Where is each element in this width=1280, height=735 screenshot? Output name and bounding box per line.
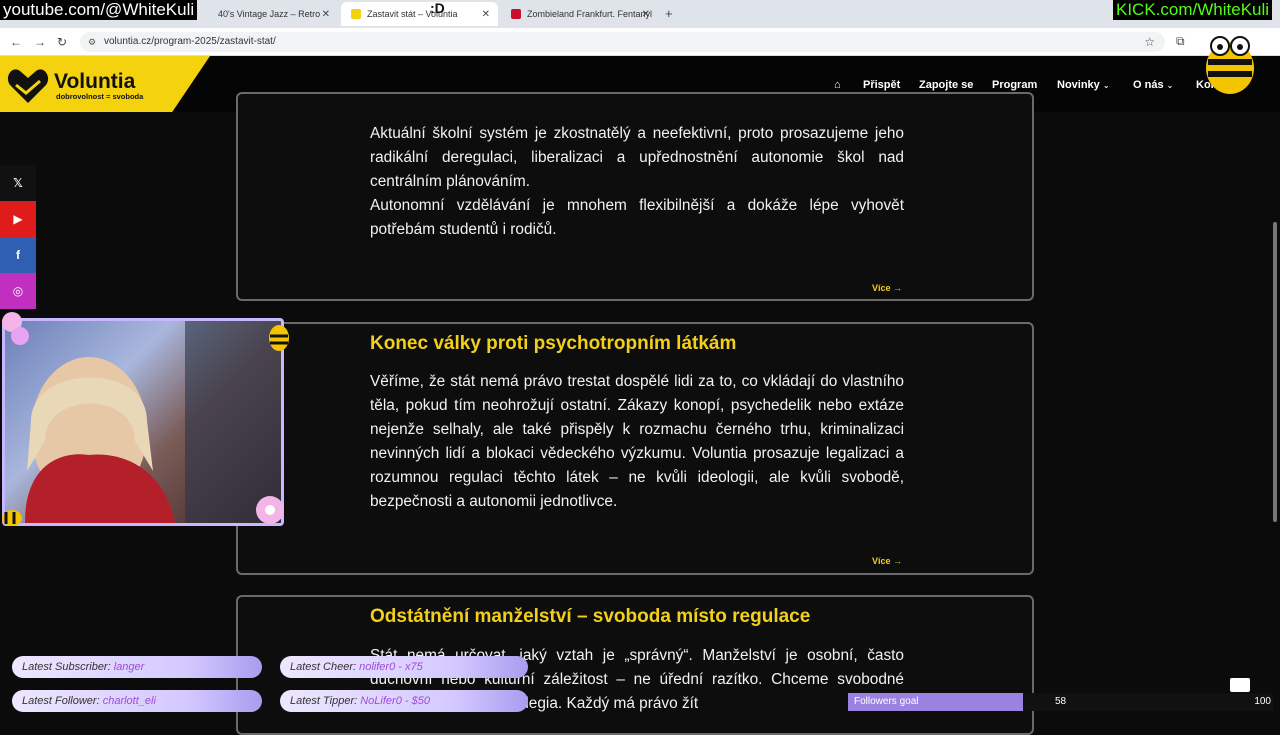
news-favicon-icon xyxy=(511,9,521,19)
site-info-icon[interactable]: ⚙ xyxy=(88,32,96,52)
latest-tipper-label: Latest Tipper: xyxy=(290,695,358,707)
chevron-down-icon: ⌄ xyxy=(1166,81,1174,90)
latest-tipper-value: NoLifer0 - $50 xyxy=(360,695,430,707)
latest-cheer-label: Latest Cheer: xyxy=(290,661,357,673)
logo[interactable]: Voluntia dobrovolnost = svoboda xyxy=(0,56,210,112)
extensions-icon[interactable]: ⧉ xyxy=(1176,34,1185,49)
bee-mascot-icon xyxy=(1206,36,1254,94)
voluntia-favicon-icon xyxy=(351,9,361,19)
url-text: voluntia.cz/program-2025/zastavit-stat/ xyxy=(104,36,276,47)
card-text-2: Autonomní vzdělávání je mnohem flexibiln… xyxy=(370,197,904,238)
program-card: Aktuální školní systém je zkostnatělý a … xyxy=(236,92,1034,301)
latest-subscriber-label: Latest Subscriber: xyxy=(22,661,111,673)
latest-follower: Latest Follower: charlott_eli xyxy=(12,690,262,712)
program-card: Konec války proti psychotropním látkám V… xyxy=(236,322,1034,575)
card-title: Odstátnění manželství – svoboda místo re… xyxy=(370,606,811,627)
flower-icon xyxy=(2,312,29,345)
followers-goal-current: 58 xyxy=(1055,696,1067,707)
url-input[interactable]: ⚙ voluntia.cz/program-2025/zastavit-stat… xyxy=(80,32,1165,52)
close-tab-icon[interactable]: ✕ xyxy=(322,9,330,20)
facebook-social-icon[interactable]: f xyxy=(0,237,36,273)
tab-jazz[interactable]: 40's Vintage Jazz – Retro ✕ xyxy=(208,2,338,26)
tab-voluntia[interactable]: Zastavit stát – Voluntia ✕ xyxy=(341,2,498,26)
streamer-image xyxy=(25,321,281,523)
close-tab-icon[interactable]: ✕ xyxy=(482,9,490,20)
followers-goal-label: Followers goal xyxy=(854,696,919,707)
tab-zombieland[interactable]: Zombieland Frankfurt. Fentanyl ✕ xyxy=(501,2,658,26)
card-title: Konec války proti psychotropním látkám xyxy=(370,333,737,354)
nav-item-zapojte-se[interactable]: Zapojte se xyxy=(919,79,973,91)
scrollbar-thumb[interactable] xyxy=(1273,222,1277,522)
webcam-feed xyxy=(2,318,284,526)
back-icon[interactable]: ← xyxy=(10,35,22,49)
new-tab-icon[interactable]: + xyxy=(665,6,673,21)
nav-home-icon[interactable]: ⌂ xyxy=(834,79,841,91)
nav-item-prispet[interactable]: Přispět xyxy=(863,79,900,91)
followers-goal-bar: Followers goal 58 100 xyxy=(848,693,1273,711)
more-link[interactable]: Více → xyxy=(872,556,902,566)
bee-icon xyxy=(2,510,22,526)
more-link[interactable]: Více → xyxy=(872,283,902,293)
flower-icon xyxy=(256,496,284,524)
nav-item-novinky[interactable]: Novinky ⌄ xyxy=(1057,79,1110,91)
reload-icon[interactable]: ↻ xyxy=(57,35,67,49)
nav-label: O nás xyxy=(1133,79,1164,91)
latest-subscriber-value: langer xyxy=(113,661,145,673)
chevron-down-icon: ⌄ xyxy=(1102,81,1110,90)
youtube-watermark: youtube.com/@WhiteKuli xyxy=(0,0,198,20)
bookmark-star-icon[interactable]: ☆ xyxy=(1144,32,1155,52)
x-social-icon[interactable]: 𝕏 xyxy=(0,165,36,201)
instagram-social-icon[interactable]: ◎ xyxy=(0,273,36,309)
logo-tagline: dobrovolnost = svoboda xyxy=(56,92,144,101)
latest-tipper: Latest Tipper: NoLifer0 - $50 xyxy=(280,690,528,712)
tab-marker: :D xyxy=(430,0,445,16)
followers-goal-target: 100 xyxy=(1254,696,1271,707)
nav-label: Novinky xyxy=(1057,79,1100,91)
chat-icon xyxy=(1230,678,1250,692)
forward-icon[interactable]: → xyxy=(34,35,46,49)
kick-watermark: KICK.com/WhiteKuli xyxy=(1113,0,1273,20)
heart-hands-icon xyxy=(7,69,49,103)
nav-item-o-nas[interactable]: O nás ⌄ xyxy=(1133,79,1173,91)
page-scrollbar[interactable] xyxy=(1270,112,1280,720)
logo-name: Voluntia xyxy=(54,70,136,93)
nav-item-program[interactable]: Program xyxy=(992,79,1037,91)
latest-follower-label: Latest Follower: xyxy=(22,695,100,707)
latest-follower-value: charlott_eli xyxy=(102,695,156,707)
card-text: Věříme, že stát nemá právo trestat dospě… xyxy=(370,373,904,510)
card-text: Aktuální školní systém je zkostnatělý a … xyxy=(370,125,904,190)
close-tab-icon[interactable]: ✕ xyxy=(642,9,650,20)
tab-title: 40's Vintage Jazz – Retro xyxy=(218,9,321,19)
latest-cheer-value: nolifer0 - x75 xyxy=(359,661,423,673)
youtube-social-icon[interactable]: ▶ xyxy=(0,201,36,237)
tab-title: Zombieland Frankfurt. Fentanyl xyxy=(527,9,653,19)
latest-subscriber: Latest Subscriber: langer xyxy=(12,656,262,678)
bee-icon xyxy=(269,325,289,351)
address-bar-row: ← → ↻ ⚙ voluntia.cz/program-2025/zastavi… xyxy=(0,28,1280,56)
latest-cheer: Latest Cheer: nolifer0 - x75 xyxy=(280,656,528,678)
